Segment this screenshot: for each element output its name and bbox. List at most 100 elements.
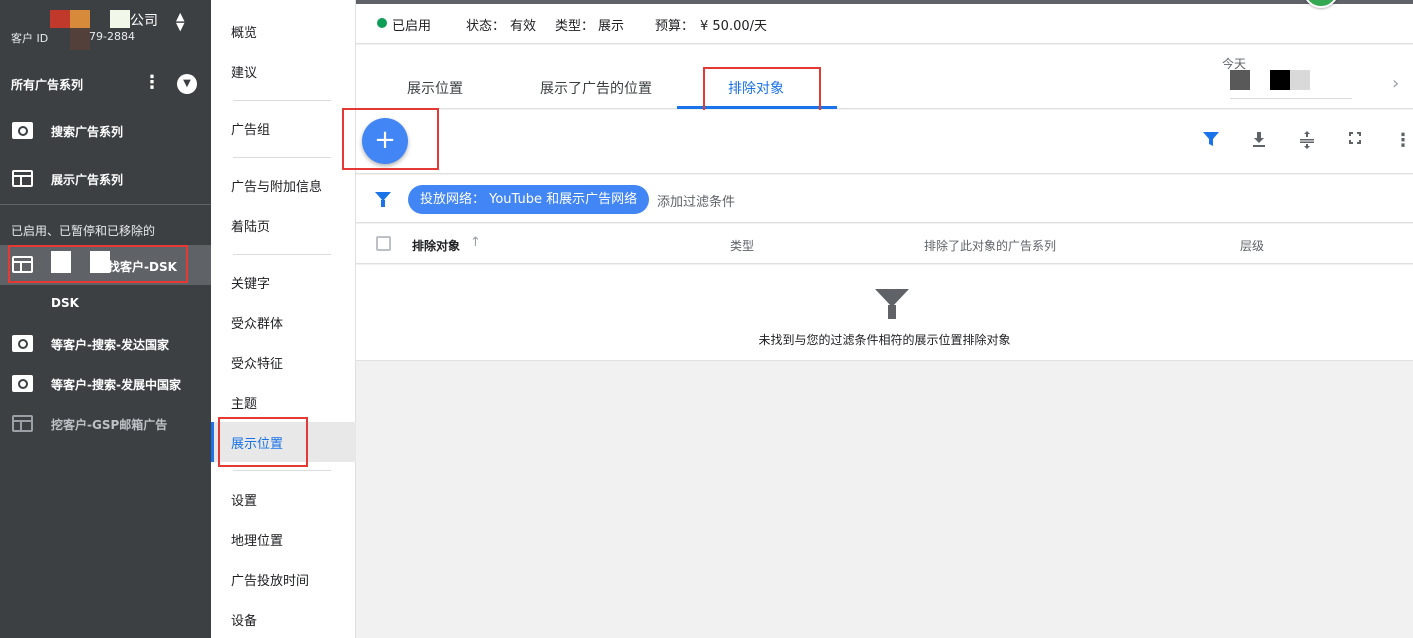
- column-header-excluded-campaigns[interactable]: 排除了此对象的广告系列: [924, 237, 1056, 254]
- section-label: 已启用、已暂停和已移除的: [11, 224, 156, 238]
- sidebar-item-label: 挖客户-GSP邮箱广告: [51, 418, 168, 432]
- nav-label: 着陆页: [231, 220, 271, 235]
- nav-label: 设置: [231, 494, 258, 509]
- date-range-picker[interactable]: [1230, 98, 1352, 99]
- top-border: [356, 0, 1413, 4]
- customer-id-label: 客户 ID: [11, 32, 49, 45]
- nav-label: 地理位置: [231, 534, 284, 549]
- network-filter-chip[interactable]: 投放网络： YouTube 和展示广告网络: [408, 185, 650, 214]
- tabs-bar: 展示位置 展示了广告的位置 排除对象 今天 ›: [356, 45, 1413, 113]
- download-icon[interactable]: [1248, 130, 1270, 152]
- sidebar-item-campaign[interactable]: 等客户-搜索-发达国家: [0, 324, 211, 364]
- sort-arrow-up-icon[interactable]: ↑: [470, 235, 481, 250]
- help-button[interactable]: [1303, 0, 1339, 8]
- compact-view-icon[interactable]: [1296, 130, 1318, 152]
- sidebar-item-campaign[interactable]: DSK: [0, 284, 211, 324]
- tab-placements[interactable]: 展示位置: [407, 78, 463, 98]
- highlight-box: [342, 108, 439, 170]
- divider: [233, 470, 331, 471]
- nav-label: 受众群体: [231, 317, 284, 332]
- page-nav: 概览 建议 广告组 广告与附加信息 着陆页 关键字 受众群体 受众特征 主题 展…: [211, 0, 356, 638]
- nav-item-devices[interactable]: 设备: [211, 599, 356, 638]
- table-header: 排除对象 ↑ 类型 排除了此对象的广告系列 层级: [356, 224, 1413, 264]
- account-name: 公司: [130, 13, 158, 29]
- nav-item-ad-schedule[interactable]: 广告投放时间: [211, 559, 356, 599]
- search-icon: [12, 335, 33, 352]
- filter-icon[interactable]: [1200, 130, 1222, 152]
- sidebar-item-label: 搜索广告系列: [51, 125, 124, 139]
- nav-item-audiences[interactable]: 受众群体: [211, 302, 356, 342]
- nav-label: 广告投放时间: [231, 574, 310, 589]
- account-switch-icon[interactable]: ▲ ▼: [176, 11, 184, 32]
- column-header-exclusion[interactable]: 排除对象: [412, 237, 460, 254]
- filter-icon: [875, 289, 909, 319]
- sidebar-item-display-campaigns[interactable]: 展示广告系列: [0, 159, 211, 199]
- nav-item-ads-extensions[interactable]: 广告与附加信息: [211, 165, 356, 205]
- more-vert-icon[interactable]: ⋮: [1392, 130, 1413, 152]
- divider: [0, 204, 211, 205]
- state-label: 状态：: [466, 19, 506, 34]
- nav-item-keywords[interactable]: 关键字: [211, 262, 356, 302]
- customer-id: 79-2884: [89, 30, 135, 43]
- nav-item-recommendations[interactable]: 建议: [211, 51, 356, 91]
- empty-message: 未找到与您的过滤条件相符的展示位置排除对象: [758, 333, 1011, 347]
- tab-where-ads-showed[interactable]: 展示了广告的位置: [540, 78, 652, 98]
- more-vert-icon[interactable]: ⋮: [143, 72, 161, 93]
- search-icon: [12, 375, 33, 392]
- nav-item-settings[interactable]: 设置: [211, 479, 356, 519]
- budget-value[interactable]: ¥ 50.00/天: [700, 15, 767, 34]
- column-header-level[interactable]: 层级: [1240, 237, 1264, 254]
- nav-label: 建议: [231, 66, 258, 81]
- divider: [233, 254, 331, 255]
- display-icon: [12, 170, 33, 187]
- campaign-sidebar: 公司 客户 ID 79-2884 ▲ ▼ 所有广告系列 ⋮ ▼ 搜索广告系列 展示…: [0, 0, 211, 638]
- budget-label: 预算：: [655, 19, 695, 34]
- search-icon: [12, 122, 33, 139]
- column-header-type[interactable]: 类型: [730, 237, 754, 254]
- campaign-status-bar: 已启用 状态： 有效 类型： 展示 预算： ¥ 50.00/天: [356, 0, 1413, 44]
- redacted-block: [1290, 70, 1310, 90]
- redacted-block: [110, 10, 130, 28]
- type-label: 类型：: [555, 19, 595, 34]
- sidebar-item-label: 等客户-搜索-发达国家: [51, 338, 169, 352]
- table-toolbar: + ⋮: [342, 108, 1413, 174]
- empty-state: 未找到与您的过滤条件相符的展示位置排除对象: [356, 265, 1413, 361]
- add-filter-link[interactable]: 添加过滤条件: [657, 191, 735, 210]
- nav-item-locations[interactable]: 地理位置: [211, 519, 356, 559]
- filter-bar: 投放网络： YouTube 和展示广告网络 添加过滤条件: [356, 175, 1413, 223]
- display-icon: [12, 415, 33, 432]
- divider: [233, 100, 331, 101]
- all-campaigns-row[interactable]: 所有广告系列 ⋮ ▼: [0, 64, 211, 104]
- nav-item-landing-pages[interactable]: 着陆页: [211, 205, 356, 245]
- nav-item-topics[interactable]: 主题: [211, 382, 356, 422]
- nav-label: 概览: [231, 26, 258, 41]
- sidebar-item-search-campaigns[interactable]: 搜索广告系列: [0, 111, 211, 151]
- nav-label: 设备: [231, 614, 258, 629]
- highlight-box: [703, 67, 821, 113]
- all-campaigns-label: 所有广告系列: [11, 78, 84, 92]
- nav-item-overview[interactable]: 概览: [211, 11, 356, 51]
- redacted-block: [1270, 70, 1290, 90]
- nav-label: 主题: [231, 397, 258, 412]
- sidebar-item-label: DSK: [51, 296, 79, 310]
- highlight-box: [8, 245, 188, 283]
- nav-label: 广告组: [231, 123, 271, 138]
- divider: [233, 157, 331, 158]
- nav-label: 广告与附加信息: [231, 180, 323, 195]
- nav-item-ad-groups[interactable]: 广告组: [211, 108, 356, 148]
- state-value: 有效: [510, 19, 537, 34]
- sidebar-item-label: 展示广告系列: [51, 173, 124, 187]
- sidebar-item-campaign[interactable]: 挖客户-GSP邮箱广告: [0, 404, 211, 444]
- filter-icon[interactable]: [375, 192, 391, 207]
- chevron-right-icon[interactable]: ›: [1392, 73, 1399, 94]
- nav-item-demographics[interactable]: 受众特征: [211, 342, 356, 382]
- sidebar-item-campaign[interactable]: 等客户-搜索-发展中国家: [0, 364, 211, 404]
- enabled-status[interactable]: 已启用: [392, 15, 431, 34]
- nav-label: 关键字: [231, 277, 271, 292]
- nav-label: 受众特征: [231, 357, 284, 372]
- fullscreen-icon[interactable]: [1344, 130, 1366, 152]
- dropdown-icon[interactable]: ▼: [177, 74, 197, 94]
- account-header[interactable]: 公司 客户 ID 79-2884 ▲ ▼: [0, 0, 211, 60]
- redacted-block: [1230, 70, 1250, 90]
- select-all-checkbox[interactable]: [376, 236, 391, 251]
